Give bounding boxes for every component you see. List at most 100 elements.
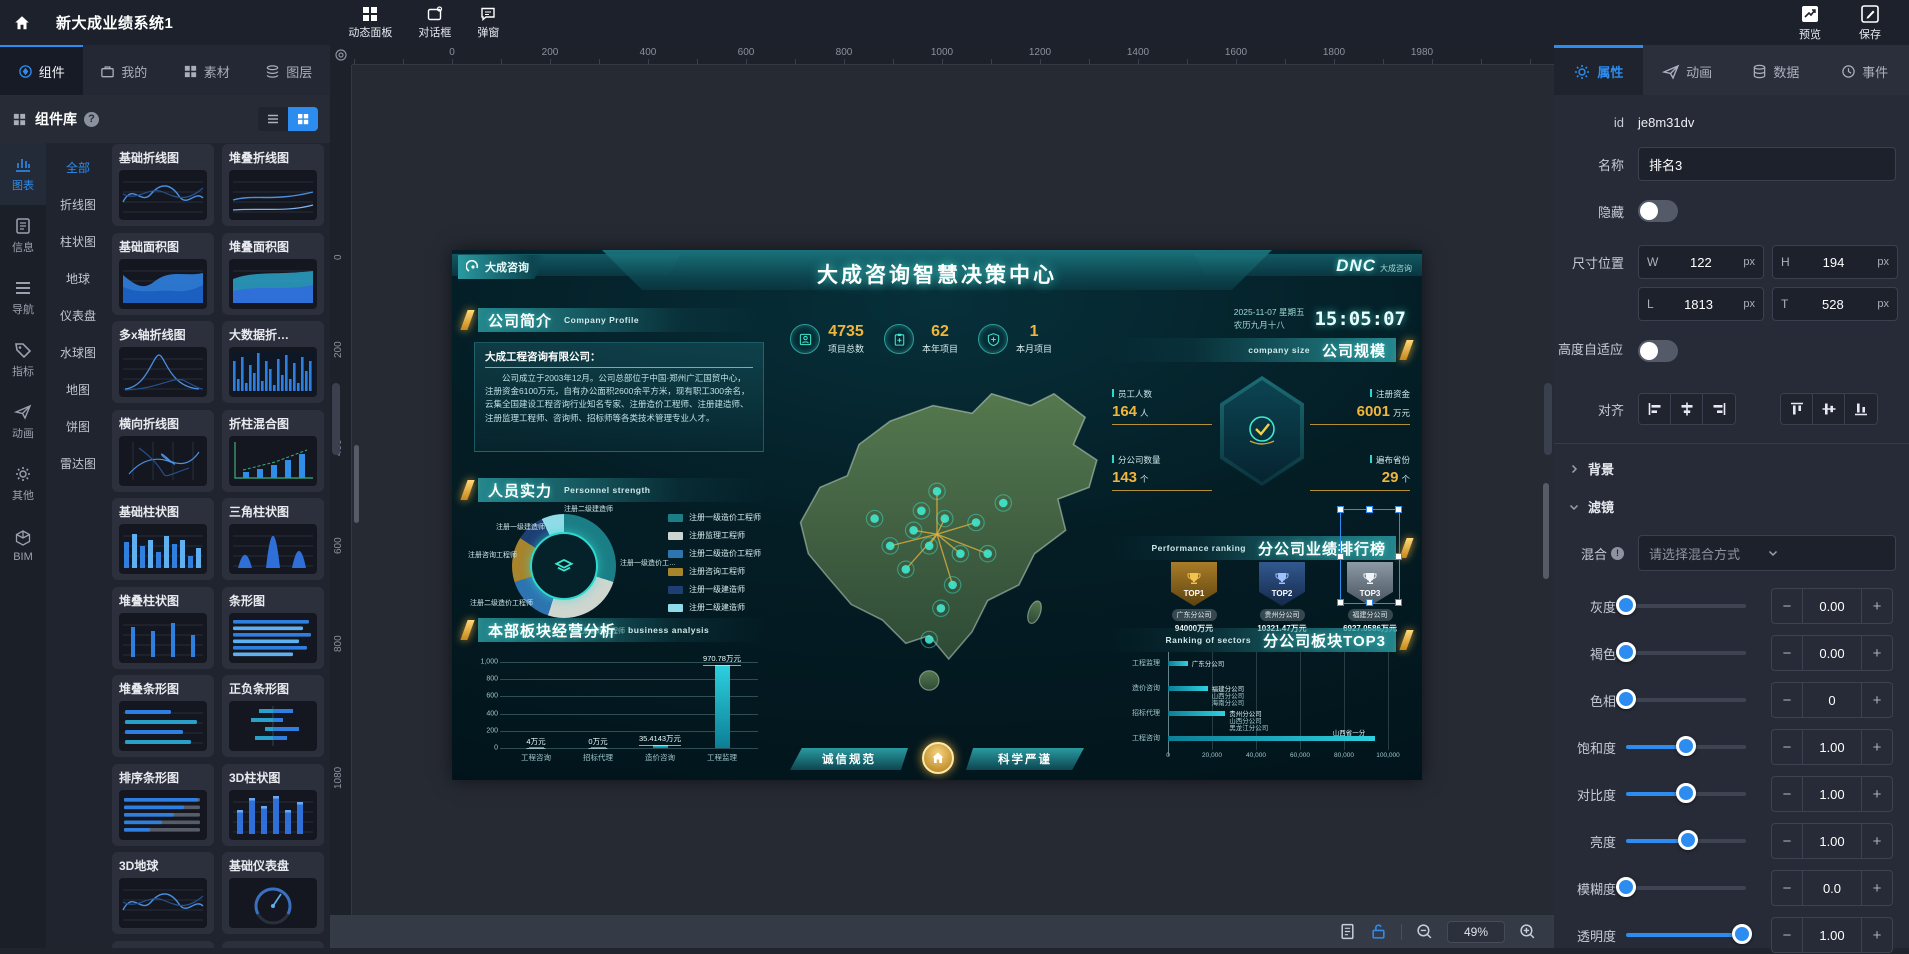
category-地图[interactable]: 地图 (46, 371, 110, 408)
dashboard-title[interactable]: 大成咨询智慧决策中心 (452, 259, 1422, 289)
size-stat[interactable]: 遍布省份29个 (1310, 454, 1410, 491)
left-panel-collapse-handle[interactable] (332, 383, 340, 455)
component-card[interactable]: 进度仪表盘 (112, 941, 214, 949)
ruler-options-button[interactable] (330, 45, 352, 65)
left-input[interactable]: L1813px (1638, 287, 1764, 321)
stepper-plus-button[interactable]: + (1862, 918, 1892, 952)
filter-slider[interactable] (1626, 933, 1746, 937)
category-雷达图[interactable]: 雷达图 (46, 445, 110, 482)
rail-item-导航[interactable]: 导航 (0, 267, 46, 329)
selection-handle[interactable] (1395, 599, 1402, 606)
component-card[interactable]: 基础面积图 (112, 233, 214, 315)
slider-thumb[interactable] (1616, 877, 1636, 897)
category-折线图[interactable]: 折线图 (46, 186, 110, 223)
inspector-tab-属性[interactable]: 属性 (1554, 45, 1643, 95)
category-饼图[interactable]: 饼图 (46, 408, 110, 445)
filter-slider[interactable] (1626, 698, 1746, 702)
header-tool-dialog[interactable]: 对话框 (418, 6, 451, 40)
category-全部[interactable]: 全部 (46, 149, 110, 186)
blend-mode-select[interactable]: 请选择混合方式 (1638, 535, 1896, 571)
component-card[interactable]: 基础仪表盘 (222, 852, 324, 934)
home-button[interactable] (0, 0, 44, 45)
artboard-dashboard[interactable]: 大成咨询智慧决策中心 大成咨询 DNC 大成咨询 2025-11-07 星期五 … (452, 250, 1422, 780)
dashboard-logo[interactable]: 大成咨询 (458, 255, 545, 279)
stepper-minus-button[interactable]: − (1772, 777, 1802, 811)
stepper-minus-button[interactable]: − (1772, 636, 1802, 670)
selection-handle[interactable] (1395, 506, 1402, 513)
tab-我的[interactable]: 我的 (83, 45, 166, 95)
inspector-tab-数据[interactable]: 数据 (1732, 45, 1821, 95)
tab-图层[interactable]: 图层 (248, 45, 331, 95)
stepper-plus-button[interactable]: + (1862, 824, 1892, 858)
business-panel-header[interactable]: 本部板块经营分析 business analysis (464, 618, 766, 642)
footer-slogan-left[interactable]: 诚信规范 (790, 748, 908, 770)
slider-thumb[interactable] (1616, 689, 1636, 709)
dashboard-brand[interactable]: DNC 大成咨询 (1336, 256, 1412, 276)
filter-slider[interactable] (1626, 745, 1746, 749)
filter-slider[interactable] (1626, 792, 1746, 796)
component-card[interactable]: 堆叠折线图 (222, 144, 324, 226)
slider-thumb[interactable] (1676, 783, 1696, 803)
company-profile-panel[interactable]: 大成工程咨询有限公司： 公司成立于2003年12月。公司总部位于中国·郑州广汇国… (474, 342, 764, 452)
selection-handle[interactable] (1337, 506, 1344, 513)
rail-item-指标[interactable]: 指标 (0, 329, 46, 391)
component-card[interactable]: 横向折线图 (112, 410, 214, 492)
footer-home-button[interactable] (922, 742, 954, 774)
category-仪表盘[interactable]: 仪表盘 (46, 297, 110, 334)
filter-slider[interactable] (1626, 651, 1746, 655)
hide-toggle[interactable] (1638, 200, 1678, 222)
business-bar-chart[interactable]: 1,00080060040020004万元工程咨询0万元招标代理35.4143万… (466, 648, 766, 766)
stepper-minus-button[interactable]: − (1772, 589, 1802, 623)
component-card[interactable]: 3D地球 (112, 852, 214, 934)
height-input[interactable]: H194px (1772, 245, 1898, 279)
header-tool-popup[interactable]: 弹窗 (477, 6, 499, 40)
size-panel-header[interactable]: company size 公司规模 (1108, 338, 1410, 362)
stepper-minus-button[interactable]: − (1772, 871, 1802, 905)
size-stat[interactable]: 分公司数量143个 (1112, 454, 1212, 491)
selection-handle[interactable] (1366, 506, 1373, 513)
layers-doc-button[interactable] (1339, 923, 1356, 940)
stepper-minus-button[interactable]: − (1772, 918, 1802, 952)
stepper-minus-button[interactable]: − (1772, 824, 1802, 858)
slider-thumb[interactable] (1616, 642, 1636, 662)
filter-slider[interactable] (1626, 886, 1746, 890)
china-map[interactable] (742, 342, 1132, 742)
rail-item-图表[interactable]: 图表 (0, 143, 46, 205)
autoheight-toggle[interactable] (1638, 340, 1678, 362)
grid-view-button[interactable] (288, 107, 318, 131)
component-card[interactable]: 阶段仪表盘 (222, 941, 324, 949)
filter-section-toggle[interactable]: 滤镜 (1568, 497, 1614, 516)
help-icon[interactable]: ? (84, 112, 99, 127)
component-card[interactable]: 排序条形图 (112, 764, 214, 846)
personnel-panel-header[interactable]: 人员实力 Personnel strength (464, 478, 766, 502)
background-section-toggle[interactable]: 背景 (1568, 459, 1614, 478)
size-stat[interactable]: 注册资金6001万元 (1310, 388, 1410, 425)
rail-item-信息[interactable]: 信息 (0, 205, 46, 267)
category-地球[interactable]: 地球 (46, 260, 110, 297)
align-bottom-button[interactable] (1845, 394, 1877, 424)
header-tool-grid[interactable]: 动态面板 (348, 6, 392, 40)
slider-thumb[interactable] (1616, 595, 1636, 615)
unlock-button[interactable] (1370, 923, 1387, 940)
list-view-button[interactable] (258, 107, 288, 131)
selection-handle[interactable] (1337, 599, 1344, 606)
rail-item-其他[interactable]: 其他 (0, 453, 46, 515)
component-card[interactable]: 大数据折… (222, 321, 324, 403)
selection-box[interactable] (1340, 509, 1400, 604)
selection-handle[interactable] (1366, 599, 1373, 606)
filter-slider[interactable] (1626, 839, 1746, 843)
stepper-minus-button[interactable]: − (1772, 683, 1802, 717)
stepper-plus-button[interactable]: + (1862, 871, 1892, 905)
component-card[interactable]: 3D柱状图 (222, 764, 324, 846)
inspector-tab-动画[interactable]: 动画 (1643, 45, 1732, 95)
tab-组件[interactable]: 组件 (0, 45, 83, 95)
sectors-panel-header[interactable]: Ranking of sectors 分公司板块TOP3 (1108, 628, 1410, 652)
category-柱状图[interactable]: 柱状图 (46, 223, 110, 260)
component-card[interactable]: 折柱混合图 (222, 410, 324, 492)
component-card[interactable]: 堆叠柱状图 (112, 587, 214, 669)
size-stat[interactable]: 员工人数164人 (1112, 388, 1212, 425)
component-card[interactable]: 堆叠条形图 (112, 675, 214, 757)
top-input[interactable]: T528px (1772, 287, 1898, 321)
align-center-button[interactable] (1671, 394, 1703, 424)
design-canvas[interactable]: 0200400600800100012001400160018001980 02… (330, 45, 1554, 948)
